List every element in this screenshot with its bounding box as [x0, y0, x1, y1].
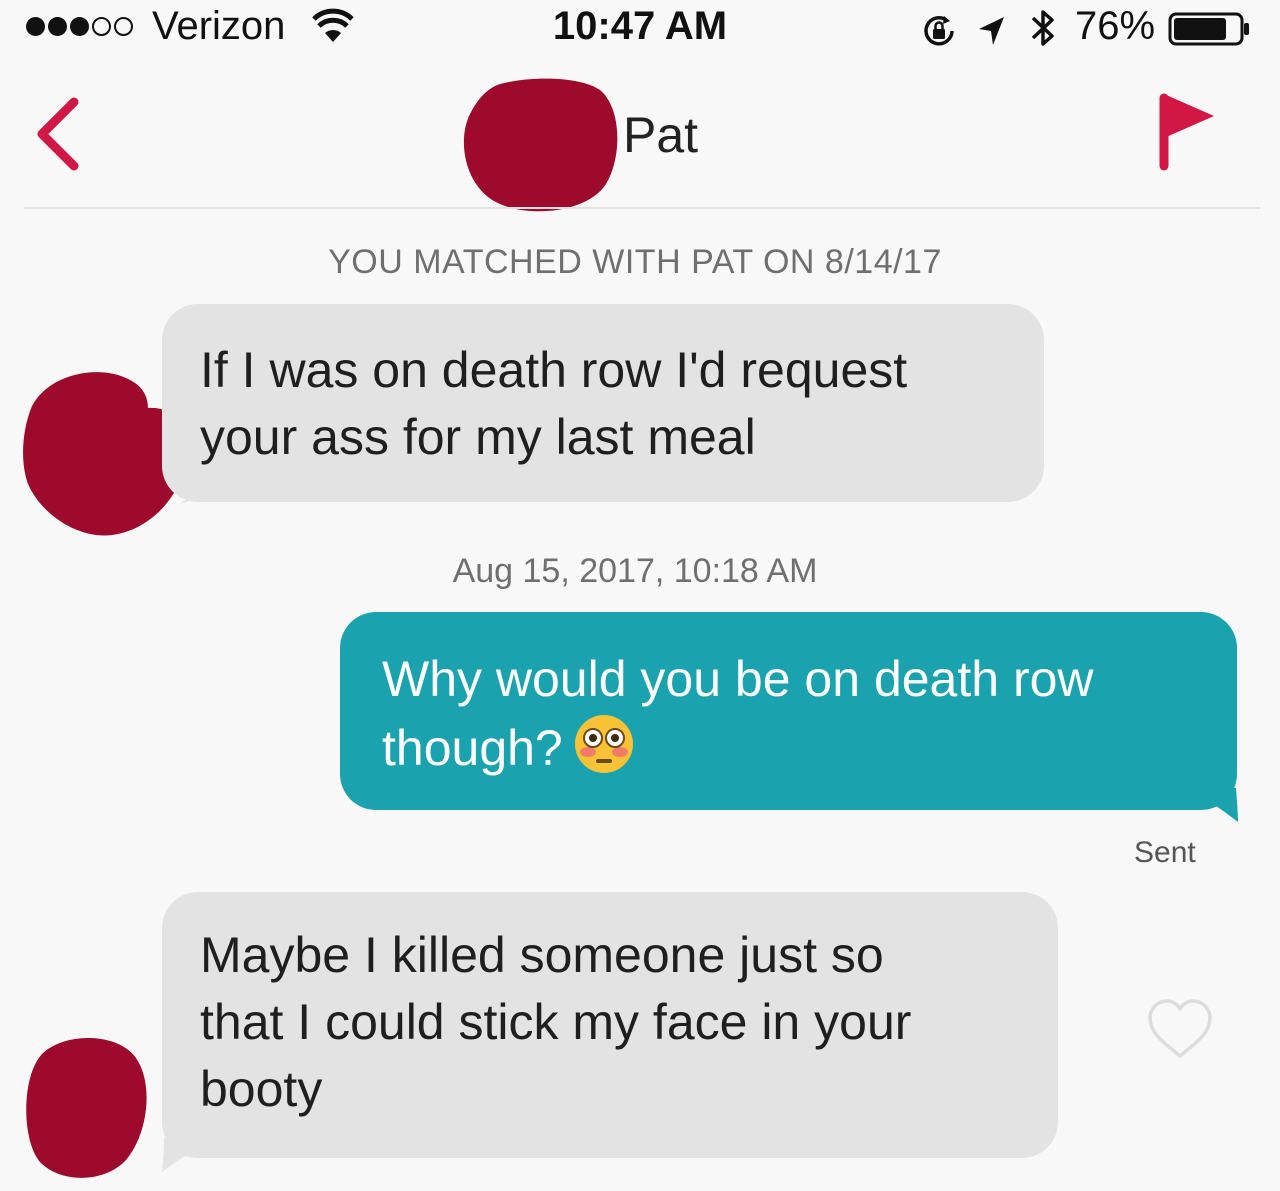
message-timestamp: Aug 15, 2017, 10:18 AM: [452, 552, 818, 590]
incoming-message[interactable]: Maybe I killed someone just so that I co…: [162, 892, 1058, 1158]
message-line: though?: [382, 720, 563, 776]
chevron-left-icon: [37, 97, 79, 171]
wifi-icon: [312, 8, 354, 49]
conversation-header: Pat: [0, 60, 1280, 212]
message-line: your ass for my last meal: [200, 409, 756, 465]
report-button[interactable]: [1152, 88, 1222, 172]
signal-strength-icon: [26, 17, 133, 36]
battery-percentage: 76%: [1075, 4, 1156, 48]
location-arrow-icon: [976, 14, 1008, 53]
flag-icon: [1159, 93, 1214, 171]
flushed-face-emoji: [573, 713, 635, 775]
status-bar: Verizon 10:47 AM 76%: [0, 0, 1280, 56]
message-line: booty: [200, 1061, 323, 1117]
bluetooth-icon: [1028, 6, 1058, 55]
message-line: Why would you be on death row: [382, 651, 1094, 707]
contact-avatar[interactable]: [460, 72, 620, 221]
like-button[interactable]: [1144, 996, 1216, 1062]
sender-avatar[interactable]: [22, 1034, 152, 1187]
match-notice: YOU MATCHED WITH PAT ON 8/14/17: [328, 243, 942, 281]
heart-icon: [1148, 999, 1212, 1058]
message-line: Maybe I killed someone just so: [200, 927, 884, 983]
message-line: If I was on death row I'd request: [200, 342, 908, 398]
orientation-lock-icon: [920, 12, 958, 55]
back-button[interactable]: [30, 94, 86, 174]
message-line: that I could stick my face in your: [200, 994, 912, 1050]
header-divider: [24, 207, 1260, 209]
outgoing-message[interactable]: Why would you be on death row though?: [340, 612, 1237, 810]
incoming-message[interactable]: If I was on death row I'd request your a…: [162, 304, 1044, 502]
contact-name[interactable]: Pat: [623, 106, 698, 164]
carrier-name: Verizon: [152, 4, 286, 48]
battery-icon: [1168, 12, 1252, 51]
sent-status: Sent: [1134, 836, 1196, 869]
